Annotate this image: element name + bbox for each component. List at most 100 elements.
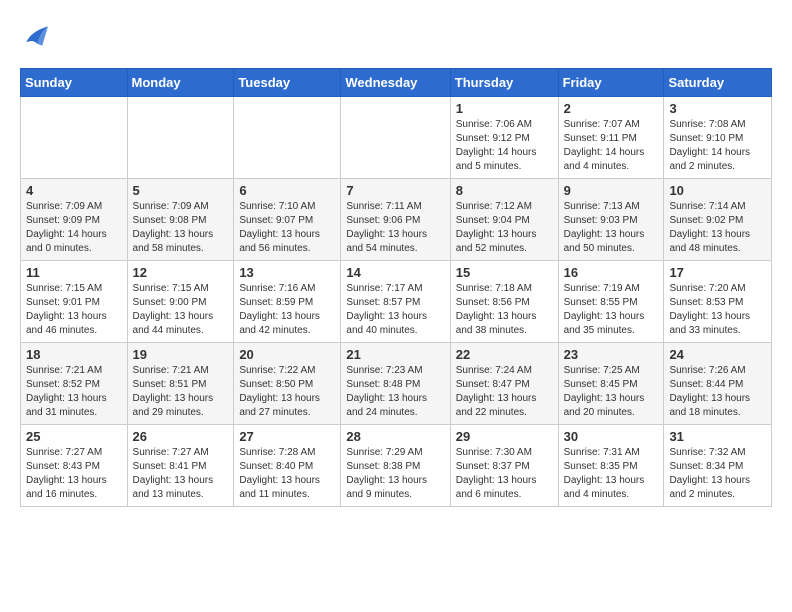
day-cell: [234, 97, 341, 179]
page: SundayMondayTuesdayWednesdayThursdayFrid…: [0, 0, 792, 527]
day-cell: 10 Sunrise: 7:14 AM Sunset: 9:02 PM Dayli…: [664, 179, 772, 261]
day-cell: 11 Sunrise: 7:15 AM Sunset: 9:01 PM Dayli…: [21, 261, 128, 343]
day-number: 17: [669, 265, 766, 280]
day-cell: 17 Sunrise: 7:20 AM Sunset: 8:53 PM Dayli…: [664, 261, 772, 343]
day-cell: 24Sunrise: 7:26 AM Sunset: 8:44 PM Dayli…: [664, 343, 772, 425]
day-cell: 4 Sunrise: 7:09 AM Sunset: 9:09 PM Daylig…: [21, 179, 128, 261]
day-cell: 19Sunrise: 7:21 AM Sunset: 8:51 PM Dayli…: [127, 343, 234, 425]
day-info: Sunrise: 7:20 AM Sunset: 8:53 PM Dayligh…: [669, 282, 766, 338]
day-number: 3: [669, 101, 766, 116]
day-cell: 22 Sunrise: 7:24 AM Sunset: 8:47 PM Dayli…: [450, 343, 558, 425]
day-header-saturday: Saturday: [664, 69, 772, 97]
day-header-sunday: Sunday: [21, 69, 128, 97]
week-row-5: 25 Sunrise: 7:27 AM Sunset: 8:43 PM Dayli…: [21, 425, 772, 507]
day-info: Sunrise: 7:08 AM Sunset: 9:10 PM Dayligh…: [669, 118, 766, 174]
day-cell: 1Sunrise: 7:06 AM Sunset: 9:12 PM Daylig…: [450, 97, 558, 179]
logo: [20, 20, 56, 52]
day-cell: 21Sunrise: 7:23 AM Sunset: 8:48 PM Dayli…: [341, 343, 450, 425]
week-row-2: 4 Sunrise: 7:09 AM Sunset: 9:09 PM Daylig…: [21, 179, 772, 261]
day-number: 8: [456, 183, 553, 198]
day-cell: 5 Sunrise: 7:09 AM Sunset: 9:08 PM Daylig…: [127, 179, 234, 261]
day-info: Sunrise: 7:21 AM Sunset: 8:51 PM Dayligh…: [133, 364, 229, 420]
day-info: Sunrise: 7:10 AM Sunset: 9:07 PM Dayligh…: [239, 200, 335, 256]
day-info: Sunrise: 7:29 AM Sunset: 8:38 PM Dayligh…: [346, 446, 444, 502]
day-info: Sunrise: 7:25 AM Sunset: 8:45 PM Dayligh…: [564, 364, 659, 420]
day-info: Sunrise: 7:32 AM Sunset: 8:34 PM Dayligh…: [669, 446, 766, 502]
day-info: Sunrise: 7:11 AM Sunset: 9:06 PM Dayligh…: [346, 200, 444, 256]
day-number: 29: [456, 429, 553, 444]
day-number: 7: [346, 183, 444, 198]
day-number: 25: [26, 429, 122, 444]
day-info: Sunrise: 7:28 AM Sunset: 8:40 PM Dayligh…: [239, 446, 335, 502]
day-info: Sunrise: 7:27 AM Sunset: 8:43 PM Dayligh…: [26, 446, 122, 502]
day-cell: 9Sunrise: 7:13 AM Sunset: 9:03 PM Daylig…: [558, 179, 664, 261]
day-number: 30: [564, 429, 659, 444]
day-number: 22: [456, 347, 553, 362]
day-header-thursday: Thursday: [450, 69, 558, 97]
day-header-monday: Monday: [127, 69, 234, 97]
day-cell: [21, 97, 128, 179]
day-cell: [127, 97, 234, 179]
day-number: 10: [669, 183, 766, 198]
day-info: Sunrise: 7:12 AM Sunset: 9:04 PM Dayligh…: [456, 200, 553, 256]
day-number: 14: [346, 265, 444, 280]
day-info: Sunrise: 7:23 AM Sunset: 8:48 PM Dayligh…: [346, 364, 444, 420]
day-info: Sunrise: 7:07 AM Sunset: 9:11 PM Dayligh…: [564, 118, 659, 174]
day-number: 11: [26, 265, 122, 280]
day-number: 16: [564, 265, 659, 280]
day-info: Sunrise: 7:31 AM Sunset: 8:35 PM Dayligh…: [564, 446, 659, 502]
day-info: Sunrise: 7:24 AM Sunset: 8:47 PM Dayligh…: [456, 364, 553, 420]
day-number: 6: [239, 183, 335, 198]
week-row-1: 1Sunrise: 7:06 AM Sunset: 9:12 PM Daylig…: [21, 97, 772, 179]
day-cell: 2Sunrise: 7:07 AM Sunset: 9:11 PM Daylig…: [558, 97, 664, 179]
day-info: Sunrise: 7:15 AM Sunset: 9:01 PM Dayligh…: [26, 282, 122, 338]
day-info: Sunrise: 7:13 AM Sunset: 9:03 PM Dayligh…: [564, 200, 659, 256]
day-number: 18: [26, 347, 122, 362]
day-cell: 27Sunrise: 7:28 AM Sunset: 8:40 PM Dayli…: [234, 425, 341, 507]
day-cell: 14 Sunrise: 7:17 AM Sunset: 8:57 PM Dayli…: [341, 261, 450, 343]
day-info: Sunrise: 7:30 AM Sunset: 8:37 PM Dayligh…: [456, 446, 553, 502]
day-number: 1: [456, 101, 553, 116]
day-cell: 18Sunrise: 7:21 AM Sunset: 8:52 PM Dayli…: [21, 343, 128, 425]
day-cell: 31 Sunrise: 7:32 AM Sunset: 8:34 PM Dayli…: [664, 425, 772, 507]
day-info: Sunrise: 7:19 AM Sunset: 8:55 PM Dayligh…: [564, 282, 659, 338]
day-number: 12: [133, 265, 229, 280]
day-info: Sunrise: 7:26 AM Sunset: 8:44 PM Dayligh…: [669, 364, 766, 420]
day-cell: 23 Sunrise: 7:25 AM Sunset: 8:45 PM Dayli…: [558, 343, 664, 425]
day-info: Sunrise: 7:09 AM Sunset: 9:08 PM Dayligh…: [133, 200, 229, 256]
day-cell: 16 Sunrise: 7:19 AM Sunset: 8:55 PM Dayli…: [558, 261, 664, 343]
day-info: Sunrise: 7:22 AM Sunset: 8:50 PM Dayligh…: [239, 364, 335, 420]
day-info: Sunrise: 7:14 AM Sunset: 9:02 PM Dayligh…: [669, 200, 766, 256]
day-cell: 25 Sunrise: 7:27 AM Sunset: 8:43 PM Dayli…: [21, 425, 128, 507]
day-cell: 8 Sunrise: 7:12 AM Sunset: 9:04 PM Daylig…: [450, 179, 558, 261]
day-cell: 3 Sunrise: 7:08 AM Sunset: 9:10 PM Daylig…: [664, 97, 772, 179]
days-header-row: SundayMondayTuesdayWednesdayThursdayFrid…: [21, 69, 772, 97]
day-cell: 30 Sunrise: 7:31 AM Sunset: 8:35 PM Dayli…: [558, 425, 664, 507]
day-number: 23: [564, 347, 659, 362]
day-info: Sunrise: 7:17 AM Sunset: 8:57 PM Dayligh…: [346, 282, 444, 338]
day-header-friday: Friday: [558, 69, 664, 97]
day-header-wednesday: Wednesday: [341, 69, 450, 97]
day-number: 15: [456, 265, 553, 280]
day-cell: 20 Sunrise: 7:22 AM Sunset: 8:50 PM Dayli…: [234, 343, 341, 425]
calendar-table: SundayMondayTuesdayWednesdayThursdayFrid…: [20, 68, 772, 507]
day-info: Sunrise: 7:09 AM Sunset: 9:09 PM Dayligh…: [26, 200, 122, 256]
day-info: Sunrise: 7:18 AM Sunset: 8:56 PM Dayligh…: [456, 282, 553, 338]
day-number: 20: [239, 347, 335, 362]
day-number: 4: [26, 183, 122, 198]
day-number: 13: [239, 265, 335, 280]
day-header-tuesday: Tuesday: [234, 69, 341, 97]
week-row-4: 18Sunrise: 7:21 AM Sunset: 8:52 PM Dayli…: [21, 343, 772, 425]
day-number: 26: [133, 429, 229, 444]
day-number: 31: [669, 429, 766, 444]
day-cell: 7 Sunrise: 7:11 AM Sunset: 9:06 PM Daylig…: [341, 179, 450, 261]
day-info: Sunrise: 7:27 AM Sunset: 8:41 PM Dayligh…: [133, 446, 229, 502]
week-row-3: 11 Sunrise: 7:15 AM Sunset: 9:01 PM Dayli…: [21, 261, 772, 343]
day-number: 5: [133, 183, 229, 198]
header: [20, 20, 772, 52]
day-cell: 28 Sunrise: 7:29 AM Sunset: 8:38 PM Dayli…: [341, 425, 450, 507]
day-number: 28: [346, 429, 444, 444]
day-cell: 6 Sunrise: 7:10 AM Sunset: 9:07 PM Daylig…: [234, 179, 341, 261]
day-info: Sunrise: 7:16 AM Sunset: 8:59 PM Dayligh…: [239, 282, 335, 338]
day-cell: 13 Sunrise: 7:16 AM Sunset: 8:59 PM Dayli…: [234, 261, 341, 343]
